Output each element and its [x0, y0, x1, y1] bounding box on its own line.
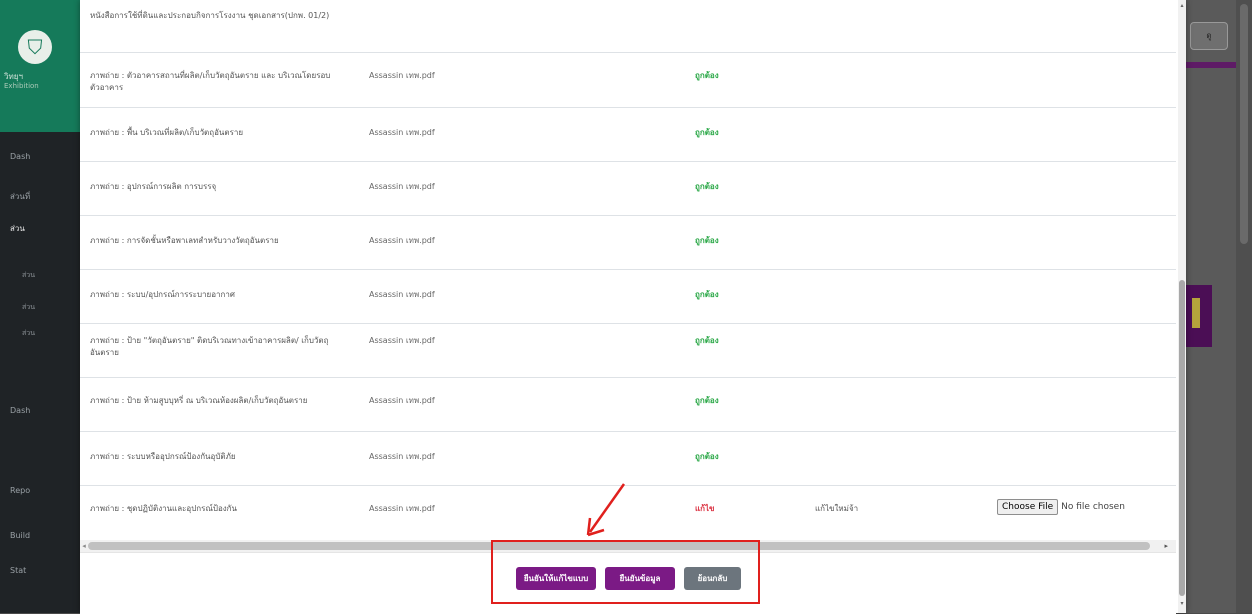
scroll-right-icon[interactable]: ▸	[1164, 540, 1168, 552]
file-link[interactable]: Assassin เทพ.pdf	[369, 335, 435, 347]
background-brand: ⛉ วิทยุฯ Exhibition	[0, 0, 80, 132]
table-row: หนังสือการใช้ที่ดินและประกอบกิจการโรงงาน…	[80, 0, 1176, 53]
table-row: ภาพถ่าย : พื้น บริเวณที่ผลิต/เก็บวัตถุอั…	[80, 107, 1176, 162]
background-header-button[interactable]: ดู	[1190, 22, 1228, 50]
document-name: หนังสือการใช้ที่ดินและประกอบกิจการโรงงาน…	[90, 11, 330, 20]
sidebar-item-5[interactable]: Build	[0, 525, 80, 547]
sidebar-item-3[interactable]: Dash	[0, 400, 80, 422]
file-link[interactable]: Assassin เทพ.pdf	[369, 70, 435, 82]
table-row: ภาพถ่าย : ป้าย ห้ามสูบบุหรี่ ณ บริเวณห้อ…	[80, 377, 1176, 432]
status-badge: แก้ไข	[695, 504, 715, 513]
document-name: ภาพถ่าย : การจัดชั้นหรือพาเลทสำหรับวางวั…	[90, 236, 279, 245]
choose-file-button[interactable]: Choose File	[997, 499, 1059, 515]
status-badge: ถูกต้อง	[695, 336, 719, 345]
brand-subtitle: Exhibition	[4, 82, 39, 90]
status-badge: ถูกต้อง	[695, 452, 719, 461]
table-row: ภาพถ่าย : ระบบหรืออุปกรณ์ป้องกันอุบัติภั…	[80, 431, 1176, 486]
document-name: ภาพถ่าย : ระบบ/อุปกรณ์การระบายอากาศ	[90, 290, 235, 299]
status-badge: ถูกต้อง	[695, 236, 719, 245]
file-input[interactable]: Choose File No file chosen	[997, 499, 1125, 515]
table-row: ภาพถ่าย : อุปกรณ์การผลิต การบรรจุ Assass…	[80, 161, 1176, 216]
status-badge: ถูกต้อง	[695, 182, 719, 191]
sidebar-subitem[interactable]: ส่วน	[22, 328, 35, 339]
document-name: ภาพถ่าย : ระบบหรืออุปกรณ์ป้องกันอุบัติภั…	[90, 452, 236, 461]
document-name: ภาพถ่าย : อุปกรณ์การผลิต การบรรจุ	[90, 182, 217, 191]
scroll-left-icon[interactable]: ◂	[80, 540, 88, 552]
sidebar-subitem[interactable]: ส่วน	[22, 270, 35, 281]
file-link[interactable]: Assassin เทพ.pdf	[369, 235, 435, 247]
file-link[interactable]: Assassin เทพ.pdf	[369, 451, 435, 463]
status-badge: ถูกต้อง	[695, 290, 719, 299]
brand-logo-icon: ⛉	[18, 30, 52, 64]
file-link[interactable]: Assassin เทพ.pdf	[369, 289, 435, 301]
file-link[interactable]: Assassin เทพ.pdf	[369, 503, 435, 515]
sidebar-item-4[interactable]: Repo	[0, 480, 80, 502]
scroll-up-icon[interactable]: ▴	[1178, 2, 1186, 9]
sidebar-item-dashboard[interactable]: Dash	[0, 146, 80, 168]
status-badge: ถูกต้อง	[695, 71, 719, 80]
sidebar-item-2[interactable]: ส่วน	[0, 218, 80, 240]
document-review-modal: หนังสือการใช้ที่ดินและประกอบกิจการโรงงาน…	[80, 0, 1186, 614]
page-scrollbar[interactable]	[1236, 0, 1252, 613]
document-name: ภาพถ่าย : ป้าย ห้ามสูบบุหรี่ ณ บริเวณห้อ…	[90, 396, 308, 405]
annotation-arrow-icon	[586, 483, 626, 537]
table-row: ภาพถ่าย : ป้าย "วัตถุอันตราย" ติดบริเวณท…	[80, 323, 1176, 378]
table-row: ภาพถ่าย : ตัวอาคารสถานที่ผลิต/เก็บวัตถุอ…	[80, 52, 1176, 108]
document-name: ภาพถ่าย : ป้าย "วัตถุอันตราย" ติดบริเวณท…	[90, 336, 329, 357]
status-badge: ถูกต้อง	[695, 128, 719, 137]
vertical-scrollbar[interactable]: ▴ ▾	[1178, 0, 1186, 613]
status-badge: ถูกต้อง	[695, 396, 719, 405]
sidebar-subitem[interactable]: ส่วน	[22, 302, 35, 313]
modal-body: หนังสือการใช้ที่ดินและประกอบกิจการโรงงาน…	[80, 0, 1176, 538]
file-link[interactable]: Assassin เทพ.pdf	[369, 395, 435, 407]
file-input-status: No file chosen	[1061, 502, 1125, 512]
table-row: ภาพถ่าย : การจัดชั้นหรือพาเลทสำหรับวางวั…	[80, 215, 1176, 270]
document-name: ภาพถ่าย : ชุดปฏิบัติงานและอุปกรณ์ป้องกัน	[90, 504, 237, 513]
sidebar-item-1[interactable]: ส่วนที่	[0, 186, 80, 208]
table-row: ภาพถ่าย : ระบบ/อุปกรณ์การระบายอากาศ Assa…	[80, 269, 1176, 324]
sidebar-item-6[interactable]: Stat	[0, 560, 80, 582]
file-link[interactable]: Assassin เทพ.pdf	[369, 181, 435, 193]
document-name: ภาพถ่าย : พื้น บริเวณที่ผลิต/เก็บวัตถุอั…	[90, 128, 244, 137]
background-yellow-marker	[1192, 298, 1200, 328]
file-link[interactable]: Assassin เทพ.pdf	[369, 127, 435, 139]
scroll-down-icon[interactable]: ▾	[1178, 600, 1186, 607]
annotation-highlight-box	[491, 540, 760, 604]
document-name: ภาพถ่าย : ตัวอาคารสถานที่ผลิต/เก็บวัตถุอ…	[90, 71, 331, 92]
vertical-scrollbar-thumb[interactable]	[1179, 280, 1185, 596]
revision-note: แก้ไขใหม่จ้า	[815, 504, 859, 513]
page-scrollbar-thumb[interactable]	[1240, 4, 1248, 244]
